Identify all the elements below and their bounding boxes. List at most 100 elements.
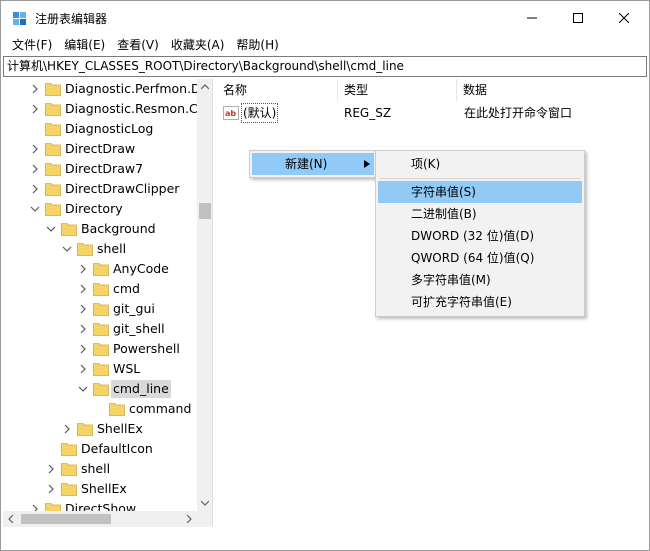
tree-item-label: git_gui bbox=[113, 301, 155, 316]
chevron-down-icon[interactable] bbox=[77, 383, 89, 395]
tree-item[interactable]: DefaultIcon bbox=[3, 439, 197, 459]
tree-item[interactable]: ShellEx bbox=[3, 479, 197, 499]
tree-item-label: Directory bbox=[65, 201, 123, 216]
tree-item[interactable]: Diagnostic.Resmon.Co bbox=[3, 99, 205, 119]
chevron-right-icon[interactable] bbox=[61, 423, 73, 435]
chevron-down-icon[interactable] bbox=[61, 243, 73, 255]
column-header-data[interactable]: 数据 bbox=[457, 79, 647, 101]
address-bar[interactable]: 计算机\HKEY_CLASSES_ROOT\Directory\Backgrou… bbox=[3, 56, 647, 77]
tree-item[interactable]: Background bbox=[3, 219, 197, 239]
minimize-icon bbox=[527, 17, 537, 19]
submenu-arrow-icon bbox=[364, 160, 370, 168]
menu-item-new-label: 新建(N) bbox=[285, 157, 328, 171]
tree-item[interactable]: AnyCode bbox=[3, 259, 197, 279]
submenu-item-qword[interactable]: QWORD (64 位)值(Q) bbox=[378, 247, 582, 269]
tree-vertical-thumb[interactable] bbox=[199, 203, 211, 219]
chevron-right-icon[interactable] bbox=[29, 83, 41, 95]
tree-item-label: WSL bbox=[113, 361, 141, 376]
folder-icon bbox=[93, 323, 109, 336]
tree-item[interactable]: ShellEx bbox=[3, 419, 197, 439]
menu-item-new[interactable]: 新建(N) bbox=[252, 153, 374, 175]
submenu-item-binary-label: 二进制值(B) bbox=[411, 207, 477, 221]
value-row[interactable]: ab (默认) REG_SZ 在此处打开命令窗口 bbox=[217, 103, 647, 123]
tree-item[interactable]: cmd_line bbox=[3, 379, 197, 399]
tree-item[interactable]: DiagnosticLog bbox=[3, 119, 197, 139]
tree-item[interactable]: shell bbox=[3, 459, 197, 479]
tree-item[interactable]: WSL bbox=[3, 359, 197, 379]
tree-item[interactable]: shell bbox=[3, 239, 197, 259]
tree-item[interactable]: command bbox=[3, 399, 197, 419]
tree-item[interactable]: DirectDrawClipper bbox=[3, 179, 197, 199]
chevron-right-icon[interactable] bbox=[77, 323, 89, 335]
tree-item-label: shell bbox=[97, 241, 127, 256]
tree-item[interactable]: DirectDraw7 bbox=[3, 159, 197, 179]
chevron-right-icon[interactable] bbox=[29, 103, 41, 115]
submenu-item-string[interactable]: 字符串值(S) bbox=[378, 181, 582, 203]
chevron-right-icon[interactable] bbox=[45, 483, 57, 495]
menu-bar: 文件(F) 编辑(E) 查看(V) 收藏夹(A) 帮助(H) bbox=[1, 35, 649, 55]
submenu-item-qword-label: QWORD (64 位)值(Q) bbox=[411, 251, 535, 265]
folder-icon bbox=[93, 343, 109, 356]
chevron-down-icon[interactable] bbox=[45, 223, 57, 235]
chevron-down-icon[interactable] bbox=[29, 203, 41, 215]
folder-icon bbox=[61, 443, 77, 456]
submenu-item-key[interactable]: 项(K) bbox=[378, 153, 582, 175]
maximize-button[interactable] bbox=[555, 1, 601, 35]
chevron-right-icon[interactable] bbox=[77, 343, 89, 355]
submenu-item-dword[interactable]: DWORD (32 位)值(D) bbox=[378, 225, 582, 247]
submenu-item-binary[interactable]: 二进制值(B) bbox=[378, 203, 582, 225]
tree-horizontal-scrollbar[interactable] bbox=[3, 511, 197, 527]
folder-icon bbox=[77, 423, 93, 436]
tree-item-label: Diagnostic.Resmon.Co bbox=[65, 101, 206, 116]
tree-item[interactable]: Diagnostic.Perfmon.Do bbox=[3, 79, 208, 99]
menu-file[interactable]: 文件(F) bbox=[6, 36, 58, 54]
tree-item[interactable]: Directory bbox=[3, 199, 197, 219]
chevron-right-icon[interactable] bbox=[77, 263, 89, 275]
tree-horizontal-thumb[interactable] bbox=[21, 514, 111, 524]
menu-edit[interactable]: 编辑(E) bbox=[58, 36, 111, 54]
close-button[interactable] bbox=[601, 1, 647, 35]
chevron-right-icon[interactable] bbox=[29, 143, 41, 155]
folder-icon bbox=[45, 143, 61, 156]
folder-icon bbox=[77, 243, 93, 256]
tree-item-label: DiagnosticLog bbox=[65, 121, 154, 136]
column-header-type[interactable]: 类型 bbox=[338, 79, 456, 101]
scroll-left-icon[interactable] bbox=[3, 511, 19, 527]
tree-item-label: DirectDrawClipper bbox=[65, 181, 180, 196]
submenu-item-multi-string[interactable]: 多字符串值(M) bbox=[378, 269, 582, 291]
submenu-item-dword-label: DWORD (32 位)值(D) bbox=[411, 229, 534, 243]
column-header-name[interactable]: 名称 bbox=[217, 79, 337, 101]
tree-item[interactable]: Powershell bbox=[3, 339, 197, 359]
context-menu: 新建(N) bbox=[249, 150, 377, 178]
string-value-icon: ab bbox=[223, 105, 239, 121]
chevron-right-icon[interactable] bbox=[77, 303, 89, 315]
menu-favorites[interactable]: 收藏夹(A) bbox=[165, 36, 231, 54]
scroll-down-icon[interactable] bbox=[197, 495, 212, 511]
submenu-item-string-label: 字符串值(S) bbox=[411, 185, 476, 199]
regedit-app-icon bbox=[12, 11, 28, 27]
tree-item[interactable]: DirectDraw bbox=[3, 139, 197, 159]
submenu-item-key-label: 项(K) bbox=[411, 157, 441, 171]
chevron-right-icon[interactable] bbox=[77, 363, 89, 375]
menu-view[interactable]: 查看(V) bbox=[111, 36, 165, 54]
value-data: 在此处打开命令窗口 bbox=[464, 106, 573, 120]
chevron-right-icon[interactable] bbox=[45, 463, 57, 475]
maximize-icon bbox=[573, 13, 583, 23]
menu-help[interactable]: 帮助(H) bbox=[230, 36, 284, 54]
tree-item[interactable]: git_shell bbox=[3, 319, 197, 339]
folder-icon bbox=[45, 203, 61, 216]
tree-item[interactable]: git_gui bbox=[3, 299, 197, 319]
tree-item-label: DirectDraw bbox=[65, 141, 136, 156]
chevron-right-icon[interactable] bbox=[29, 183, 41, 195]
scroll-right-icon[interactable] bbox=[181, 511, 197, 527]
tree-item-label: DirectDraw7 bbox=[65, 161, 144, 176]
scroll-up-icon[interactable] bbox=[197, 79, 212, 95]
chevron-right-icon[interactable] bbox=[29, 163, 41, 175]
folder-icon bbox=[45, 163, 61, 176]
tree-item-label: Background bbox=[81, 221, 156, 236]
tree-item[interactable]: cmd bbox=[3, 279, 197, 299]
submenu-item-expandable-string[interactable]: 可扩充字符串值(E) bbox=[378, 291, 582, 313]
minimize-button[interactable] bbox=[509, 1, 555, 35]
chevron-right-icon[interactable] bbox=[77, 283, 89, 295]
tree-vertical-scrollbar[interactable] bbox=[197, 79, 212, 511]
